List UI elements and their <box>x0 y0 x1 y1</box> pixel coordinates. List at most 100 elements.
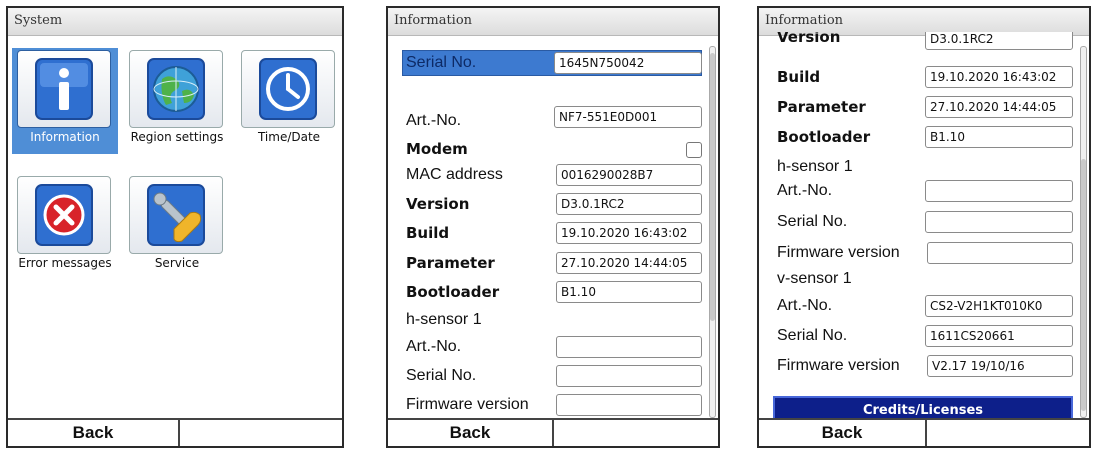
h-firmware-row: Firmware version <box>759 240 1089 268</box>
tile-region-settings[interactable]: Region settings <box>124 48 230 154</box>
clock-icon <box>259 58 317 120</box>
h-art-no-field[interactable] <box>925 180 1073 202</box>
error-icon <box>35 184 93 246</box>
parameter-row: Parameter 27.10.2020 14:44:05 <box>388 250 718 278</box>
v-firmware-field[interactable]: V2.17 19/10/16 <box>927 355 1073 377</box>
build-row: Build 19.10.2020 16:43:02 <box>759 64 1089 92</box>
field-label: Build <box>777 68 821 86</box>
h-firmware-field[interactable] <box>927 242 1073 264</box>
info-icon <box>35 58 93 120</box>
art-no-row: Art.-No. NF7-551E0D001 <box>388 104 718 132</box>
field-label: Modem <box>406 140 468 158</box>
clock-icon-frame <box>241 50 335 128</box>
softkey-bar: Back <box>388 418 718 446</box>
field-label: Art.-No. <box>406 338 462 355</box>
scrollbar-thumb[interactable] <box>710 53 715 321</box>
version-field[interactable]: D3.0.1RC2 <box>556 193 702 215</box>
mac-address-row: MAC address 0016290028B7 <box>388 162 718 190</box>
mac-address-field[interactable]: 0016290028B7 <box>556 164 702 186</box>
build-field[interactable]: 19.10.2020 16:43:02 <box>556 222 702 244</box>
system-menu-screen: System Information Region settings Time/… <box>6 6 344 448</box>
softkey-bar: Back <box>759 418 1089 446</box>
info-icon-frame <box>17 50 111 128</box>
field-label: Firmware version <box>406 396 529 413</box>
back-button[interactable]: Back <box>388 420 554 446</box>
v-serial-no-field[interactable]: 1611CS20661 <box>925 325 1073 347</box>
field-label: Serial No. <box>406 367 477 384</box>
tile-label: Information <box>30 130 100 144</box>
softkey-empty[interactable] <box>554 420 718 446</box>
section-heading: h-sensor 1 <box>406 311 482 328</box>
tile-service[interactable]: Service <box>124 174 230 280</box>
tile-information[interactable]: Information <box>12 48 118 154</box>
screen-title: System <box>8 8 342 36</box>
bootloader-row: Bootloader B1.10 <box>759 124 1089 152</box>
softkey-empty[interactable] <box>180 420 342 446</box>
service-tools-icon <box>147 184 205 246</box>
information-screen-scrolled: Information Version D3.0.1RC2 Build 19.1… <box>757 6 1091 448</box>
tile-error-messages[interactable]: Error messages <box>12 174 118 280</box>
globe-icon <box>147 58 205 120</box>
softkey-bar: Back <box>8 418 342 446</box>
field-label: Build <box>406 224 450 242</box>
modem-row: Modem <box>388 136 718 164</box>
version-field[interactable]: D3.0.1RC2 <box>925 32 1073 50</box>
serial-no-field[interactable]: 1645N750042 <box>554 52 702 74</box>
field-label: Firmware version <box>777 357 900 374</box>
h-firmware-row: Firmware version <box>388 392 718 420</box>
field-label: Version <box>777 32 841 46</box>
information-screen-top: Information Serial No. 1645N750042 Art.-… <box>386 6 720 448</box>
tile-label: Time/Date <box>257 130 321 144</box>
field-label: Firmware version <box>777 244 900 261</box>
v-art-no-field[interactable]: CS2-V2H1KT010K0 <box>925 295 1073 317</box>
tile-label: Service <box>154 256 200 270</box>
tile-label: Error messages <box>18 256 112 270</box>
h-art-no-field[interactable] <box>556 336 702 358</box>
field-label: Serial No. <box>777 213 848 230</box>
h-serial-no-row: Serial No. <box>759 209 1089 237</box>
serial-no-row[interactable]: Serial No. 1645N750042 <box>388 50 718 78</box>
field-label: Parameter <box>777 98 866 116</box>
tile-time-date[interactable]: Time/Date <box>236 48 342 154</box>
v-art-no-row: Art.-No. CS2-V2H1KT010K0 <box>759 293 1089 321</box>
field-label: Art.-No. <box>406 112 462 129</box>
v-sensor-heading-row: v-sensor 1 <box>759 266 1089 294</box>
globe-icon-frame <box>129 50 223 128</box>
error-icon-frame <box>17 176 111 254</box>
v-serial-no-row: Serial No. 1611CS20661 <box>759 323 1089 351</box>
field-label: Bootloader <box>777 128 871 146</box>
h-serial-no-field[interactable] <box>556 365 702 387</box>
bootloader-field[interactable]: B1.10 <box>925 126 1073 148</box>
field-label: MAC address <box>406 166 503 183</box>
build-field[interactable]: 19.10.2020 16:43:02 <box>925 66 1073 88</box>
field-label: Bootloader <box>406 283 500 301</box>
section-heading: v-sensor 1 <box>777 270 852 287</box>
back-button[interactable]: Back <box>8 420 180 446</box>
parameter-field[interactable]: 27.10.2020 14:44:05 <box>556 252 702 274</box>
softkey-empty[interactable] <box>927 420 1089 446</box>
h-firmware-field[interactable] <box>556 394 702 416</box>
screen-title: Information <box>388 8 718 36</box>
field-label: Serial No. <box>406 54 477 71</box>
v-firmware-row: Firmware version V2.17 19/10/16 <box>759 353 1089 381</box>
scrollbar[interactable] <box>1080 46 1087 418</box>
scrollbar[interactable] <box>709 46 716 418</box>
modem-checkbox[interactable] <box>686 142 702 158</box>
h-serial-no-row: Serial No. <box>388 363 718 391</box>
version-row-partial: Version D3.0.1RC2 <box>759 32 1089 50</box>
bootloader-row: Bootloader B1.10 <box>388 279 718 307</box>
parameter-row: Parameter 27.10.2020 14:44:05 <box>759 94 1089 122</box>
build-row: Build 19.10.2020 16:43:02 <box>388 220 718 248</box>
art-no-field[interactable]: NF7-551E0D001 <box>554 106 702 128</box>
parameter-field[interactable]: 27.10.2020 14:44:05 <box>925 96 1073 118</box>
bootloader-field[interactable]: B1.10 <box>556 281 702 303</box>
version-row: Version D3.0.1RC2 <box>388 191 718 219</box>
scrollbar-thumb[interactable] <box>1081 159 1086 411</box>
h-art-no-row: Art.-No. <box>388 334 718 362</box>
tile-label: Region settings <box>130 130 224 144</box>
field-label: Parameter <box>406 254 495 272</box>
back-button[interactable]: Back <box>759 420 927 446</box>
field-label: Art.-No. <box>777 297 833 314</box>
h-serial-no-field[interactable] <box>925 211 1073 233</box>
field-label: Serial No. <box>777 327 848 344</box>
